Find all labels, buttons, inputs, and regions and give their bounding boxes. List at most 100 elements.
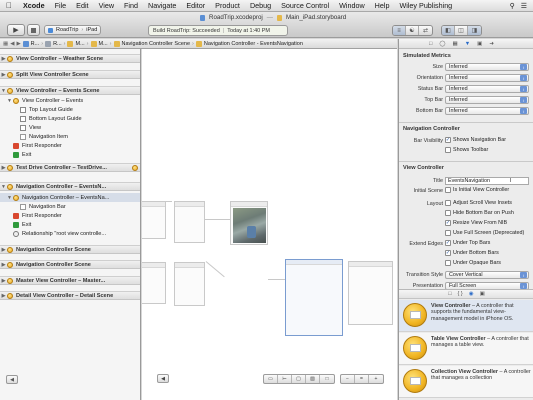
forward-arrow-icon[interactable]: ▶ xyxy=(16,41,20,47)
menu-source-control[interactable]: Source Control xyxy=(276,1,334,10)
menu-find[interactable]: Find xyxy=(119,1,143,10)
scene-thumbnail[interactable] xyxy=(142,262,166,304)
outline-item-navigation-item[interactable]: Navigation Item xyxy=(0,132,140,141)
use-full-screen-checkbox[interactable]: Use Full Screen (Deprecated) xyxy=(445,230,524,236)
related-files-icon[interactable]: ▦ xyxy=(3,41,8,47)
outline-item-view[interactable]: View xyxy=(0,123,140,132)
navigator-toggle-icon[interactable]: ◧ xyxy=(442,26,455,35)
menu-xcode[interactable]: Xcode xyxy=(18,1,50,10)
version-editor-icon[interactable]: ⇄ xyxy=(419,26,432,35)
disclosure-expanded-icon[interactable]: ▼ xyxy=(6,98,13,104)
menu-navigate[interactable]: Navigate xyxy=(143,1,181,10)
scene-thumbnail[interactable] xyxy=(142,201,166,239)
title-field[interactable]: EventsNavigation I xyxy=(445,177,529,185)
object-library-icon[interactable]: ◉ xyxy=(469,291,474,297)
library-item-view-controller[interactable]: View Controller – A controller that supp… xyxy=(399,300,533,332)
under-bottom-bars-checkbox[interactable]: ✓ Under Bottom Bars xyxy=(445,250,499,256)
breadcrumb-group[interactable]: R... xyxy=(45,40,62,47)
outline-scene-navigation-events[interactable]: ▼ Navigation Controller – EventsN... xyxy=(0,182,140,191)
scene-thumbnail[interactable] xyxy=(174,262,205,306)
zoom-in-icon[interactable]: + xyxy=(369,375,383,383)
shows-navigation-bar-checkbox[interactable]: ✓ Shows Navigation Bar xyxy=(445,137,506,143)
show-outline-button[interactable]: ◀ xyxy=(157,374,169,383)
outline-scene-navigation-2[interactable]: ▶ Navigation Controller Scene xyxy=(0,260,140,269)
align-icon[interactable]: ⊢ xyxy=(278,375,292,383)
disclosure-collapsed-icon[interactable]: ▶ xyxy=(0,72,7,78)
hide-bottom-bar-checkbox[interactable]: Hide Bottom Bar on Push xyxy=(445,210,514,216)
bottom-bar-popup[interactable]: Inferred ↕ xyxy=(445,107,529,115)
disclosure-collapsed-icon[interactable]: ▶ xyxy=(0,293,7,299)
menu-help[interactable]: Help xyxy=(370,1,395,10)
menu-file[interactable]: File xyxy=(50,1,72,10)
outline-item-top-layout-guide[interactable]: Top Layout Guide xyxy=(0,105,140,114)
top-bar-popup[interactable]: Inferred ↕ xyxy=(445,96,529,104)
outline-item-navigation-controller-selected[interactable]: ▼ Navigation Controller – EventsNa... xyxy=(0,193,140,202)
under-top-bars-checkbox[interactable]: ✓ Under Top Bars xyxy=(445,240,490,246)
menu-window[interactable]: Window xyxy=(334,1,370,10)
media-library-icon[interactable]: ▣ xyxy=(480,291,485,297)
disclosure-expanded-icon[interactable]: ▼ xyxy=(6,195,13,201)
form-factor-icon[interactable]: ▭ xyxy=(264,375,278,383)
shows-toolbar-checkbox[interactable]: Shows Toolbar xyxy=(445,147,488,153)
run-button[interactable]: ▶ xyxy=(7,24,25,36)
code-snippet-library-icon[interactable]: { } xyxy=(458,291,463,297)
selected-navigation-controller-scene[interactable] xyxy=(285,259,343,336)
utilities-toggle-icon[interactable]: ◨ xyxy=(468,26,481,35)
disclosure-collapsed-icon[interactable]: ▶ xyxy=(0,56,7,62)
disclosure-expanded-icon[interactable]: ▼ xyxy=(0,184,7,190)
resize-view-checkbox[interactable]: ✓ Resize View From NIB xyxy=(445,220,507,226)
outline-item-exit[interactable]: Exit xyxy=(0,150,140,159)
size-inspector-icon[interactable]: ▣ xyxy=(477,41,482,47)
zoom-actual-icon[interactable]: = xyxy=(355,375,369,383)
pin-icon[interactable]: ▢ xyxy=(292,375,306,383)
scene-thumbnail[interactable] xyxy=(230,201,268,245)
spotlight-search-icon[interactable]: ⚲ xyxy=(510,2,515,10)
menu-edit[interactable]: Edit xyxy=(71,1,93,10)
resolve-icon[interactable]: ▧ xyxy=(306,375,320,383)
menu-list-icon[interactable]: ☰ xyxy=(521,2,527,10)
file-template-library-icon[interactable]: □ xyxy=(448,291,451,297)
outline-item-first-responder-2[interactable]: First Responder xyxy=(0,211,140,220)
file-inspector-icon[interactable]: □ xyxy=(429,41,432,47)
hide-outline-button[interactable]: ◀ xyxy=(6,375,18,384)
back-arrow-icon[interactable]: ◀ xyxy=(10,41,14,47)
outline-scene-navigation-1[interactable]: ▶ Navigation Controller Scene xyxy=(0,245,140,254)
breadcrumb-project[interactable]: R... xyxy=(22,40,39,47)
transition-style-popup[interactable]: Cover Vertical ↕ xyxy=(445,271,529,279)
zoom-out-icon[interactable]: − xyxy=(341,375,355,383)
outline-item-first-responder[interactable]: First Responder xyxy=(0,141,140,150)
resizing-icon[interactable]: □ xyxy=(320,375,334,383)
disclosure-collapsed-icon[interactable]: ▶ xyxy=(0,247,7,253)
storyboard-canvas[interactable]: ◀ ▭ ⊢ ▢ ▧ □ − = + xyxy=(142,49,397,400)
is-initial-checkbox[interactable]: Is Initial View Controller xyxy=(445,187,509,193)
adjust-scroll-checkbox[interactable]: Adjust Scroll View Insets xyxy=(445,200,512,206)
attributes-inspector-icon[interactable]: ▼ xyxy=(465,41,470,47)
breadcrumb-storyboard[interactable]: M... xyxy=(67,40,85,47)
disclosure-collapsed-icon[interactable]: ▶ xyxy=(0,278,7,284)
debug-area-toggle-icon[interactable]: ◫ xyxy=(455,26,468,35)
menu-product[interactable]: Product xyxy=(210,1,245,10)
stop-button[interactable] xyxy=(27,24,40,36)
outline-scene-split[interactable]: ▶ Split View Controller Scene xyxy=(0,70,140,79)
scheme-selector[interactable]: RoadTrip › iPad xyxy=(44,25,102,35)
identity-inspector-icon[interactable]: ▦ xyxy=(452,41,457,47)
outline-scene-weather[interactable]: ▶ View Controller – Weather Scene xyxy=(0,54,140,63)
apple-menu-icon[interactable]:  xyxy=(6,1,18,10)
outline-item-bottom-layout-guide[interactable]: Bottom Layout Guide xyxy=(0,114,140,123)
outline-item-relationship[interactable]: Relationship "root view controlle... xyxy=(0,229,140,238)
orientation-popup[interactable]: Inferred ↕ xyxy=(445,74,529,82)
standard-editor-icon[interactable]: ≡ xyxy=(393,26,406,35)
size-popup[interactable]: Inferred ↕ xyxy=(445,63,529,71)
disclosure-collapsed-icon[interactable]: ▶ xyxy=(0,262,7,268)
outline-scene-events[interactable]: ▼ View Controller – Events Scene xyxy=(0,86,140,95)
outline-item-view-controller-events[interactable]: ▼ View Controller – Events xyxy=(0,96,140,105)
outline-scene-testdrive[interactable]: ▶ Test Drive Controller – TestDrive... xyxy=(0,163,140,172)
outline-item-navigation-bar[interactable]: Navigation Bar xyxy=(0,202,140,211)
scene-thumbnail[interactable] xyxy=(348,261,393,325)
disclosure-collapsed-icon[interactable]: ▶ xyxy=(0,165,7,171)
menu-user[interactable]: Wiley Publishing xyxy=(394,1,457,10)
outline-item-exit-2[interactable]: Exit xyxy=(0,220,140,229)
library-item-collection-view-controller[interactable]: Collection View Controller – A controlle… xyxy=(399,366,533,398)
breadcrumb-controller[interactable]: Navigation Controller - EventsNavigation xyxy=(195,40,303,47)
disclosure-expanded-icon[interactable]: ▼ xyxy=(0,88,7,94)
